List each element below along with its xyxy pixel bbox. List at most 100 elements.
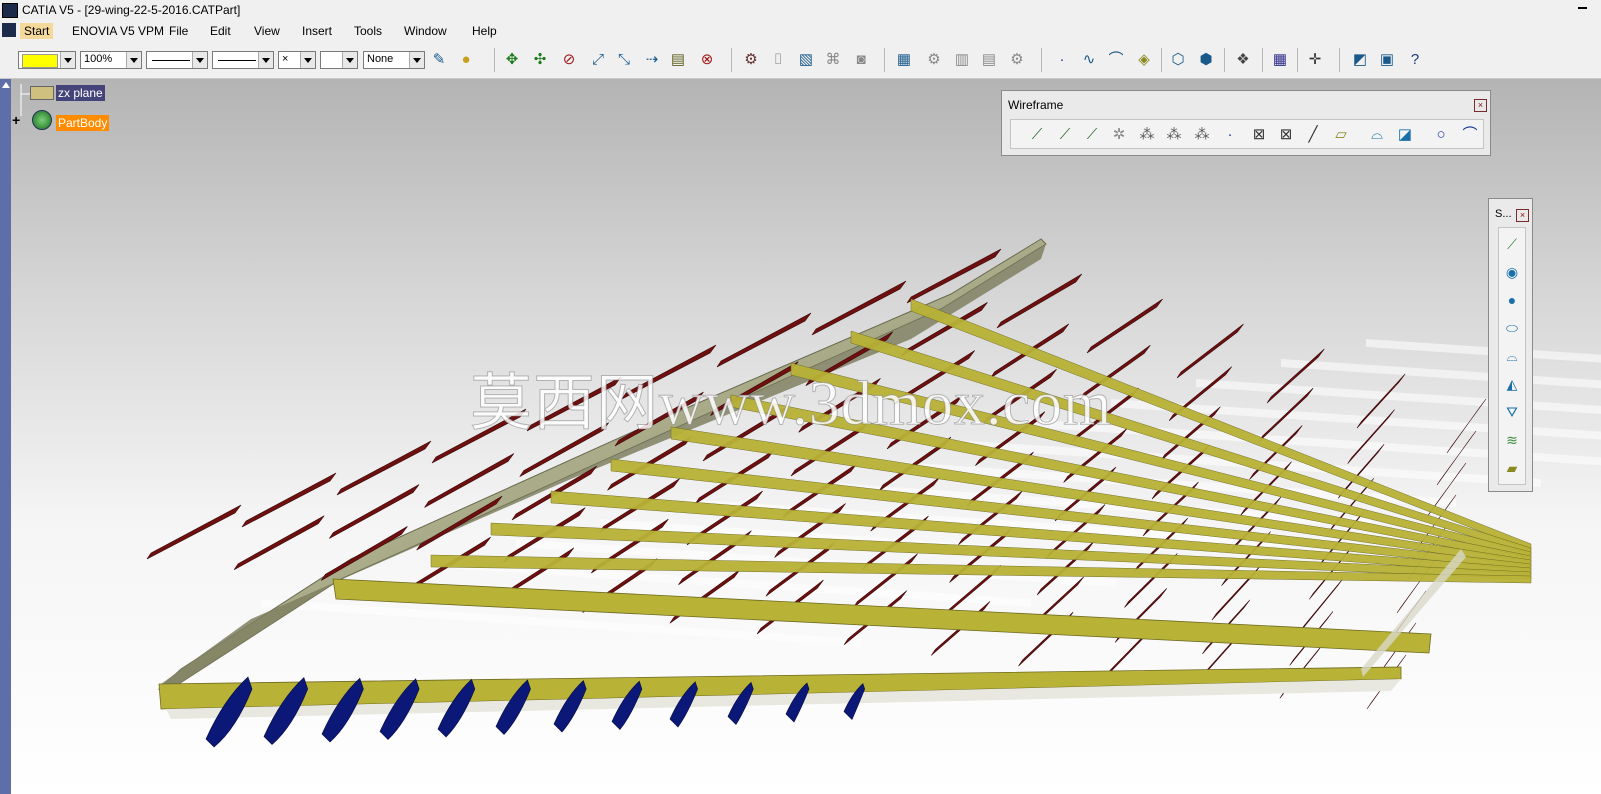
circle-icon[interactable]: ○ [1431,125,1451,145]
apply-material-icon[interactable]: ● [456,50,476,70]
left-scrollbar[interactable] [0,79,11,794]
color-combo[interactable] [18,51,76,69]
sphere-icon[interactable]: ● [1502,290,1522,310]
normal-view-icon[interactable]: ⇢ [642,50,662,70]
sweep-icon[interactable]: ◭ [1502,374,1522,394]
zoom-in-icon[interactable]: ⤢ [588,50,608,70]
3d-viewport[interactable]: zx plane + PartBody 莫西网www.3dmox.com [11,79,1601,794]
plane-icon[interactable]: ▱ [1331,125,1351,145]
swap-visible-icon[interactable]: ⊗ [697,50,717,70]
menu-help[interactable]: Help [472,24,497,38]
catalog-icon[interactable]: ◩ [1350,50,1370,70]
chevron-down-icon[interactable] [126,52,141,68]
render-style-combo[interactable] [320,51,358,69]
point-icon[interactable]: · [1052,50,1072,70]
multi-section-icon[interactable]: ≋ [1502,430,1522,450]
rotate-icon[interactable]: ✣ [530,50,550,70]
grid-icon[interactable]: ▦ [1270,50,1290,70]
points-and-planes-icon[interactable]: ⟋ [1055,125,1075,145]
menu-start[interactable]: Start [20,23,54,39]
projection-icon[interactable]: ⊠ [1249,125,1269,145]
polar-extremum-icon[interactable]: ✲ [1109,125,1129,145]
measure-item-icon[interactable]: ▧ [796,50,816,70]
intersection-icon[interactable]: ⊠ [1276,125,1296,145]
part-body-icon[interactable] [32,110,52,130]
cylinder-icon[interactable]: ⬭ [1502,318,1522,338]
menu-edit[interactable]: Edit [210,24,231,38]
tree-icon[interactable]: ▣ [1377,50,1397,70]
point-symbol-value: × [282,53,289,65]
dot-icon[interactable]: · [1220,125,1240,145]
apply-icon[interactable]: ❖ [1233,50,1253,70]
menu-enovia[interactable]: ENOVIA V5 VPM [72,24,164,38]
extremum-icon[interactable]: ⟋ [1082,125,1102,145]
extrude-icon[interactable]: ⟋ [1502,234,1522,254]
surface-icon[interactable]: ⌒ [1106,50,1126,70]
analysis-icon[interactable]: ◙ [851,50,871,70]
compass-icon[interactable]: ✛ [1305,50,1325,70]
chevron-down-icon[interactable] [409,52,424,68]
plane-icon[interactable] [30,86,54,100]
join-icon[interactable]: ⬡ [1168,50,1188,70]
menu-view[interactable]: View [254,24,280,38]
close-icon[interactable]: × [1474,99,1487,112]
snap-icon[interactable]: ⚙ [741,50,761,70]
grid-pattern-3-icon[interactable]: ⁂ [1192,125,1212,145]
zoom-out-icon[interactable]: ⤡ [614,50,634,70]
chevron-down-icon[interactable] [342,52,357,68]
painter-icon[interactable]: ✎ [429,50,449,70]
grid-pattern-icon[interactable]: ⁂ [1137,125,1157,145]
line-icon[interactable]: ╱ [1303,125,1323,145]
whats-this-icon[interactable]: ? [1405,50,1425,70]
tree-node-partbody[interactable]: PartBody [56,115,110,131]
point-icon[interactable]: ⟋ [1027,125,1047,145]
transparency-combo[interactable]: 100% [80,51,142,69]
offset-icon[interactable]: ⌓ [1367,125,1387,145]
menu-file[interactable]: File [169,24,188,38]
boundary-icon[interactable]: ◪ [1395,125,1415,145]
law-icon[interactable]: ▥ [952,50,972,70]
fill-icon[interactable]: ⛛ [1502,402,1522,422]
measure-inertia-icon[interactable]: ⌘ [823,50,843,70]
healing-icon[interactable]: ⬢ [1196,50,1216,70]
surfaces-toolbar: S... × ⟋ ◉ ● ⬭ ⌓ ◭ ⛛ ≋ ▰ [1488,198,1533,492]
revolve-icon[interactable]: ◉ [1502,262,1522,282]
scroll-up-arrow-icon[interactable] [2,82,10,88]
document-icon[interactable] [2,23,16,37]
toolbar-separator [1224,48,1225,72]
spline-icon[interactable]: ∿ [1079,50,1099,70]
tree-node-zx-plane[interactable]: zx plane [56,85,105,101]
fly-icon[interactable]: ⊘ [559,50,579,70]
minimize-button[interactable] [1578,7,1587,9]
rib-panel [996,273,1083,329]
chevron-down-icon[interactable] [60,52,75,68]
formula-icon[interactable]: ⚙ [924,50,944,70]
measure-icon[interactable]: ⌷ [768,50,788,70]
design-table-icon[interactable]: ▤ [979,50,999,70]
linetype-combo[interactable] [146,51,208,69]
part-design-icon[interactable]: ⚙ [1007,50,1027,70]
expand-plus-icon[interactable]: + [12,112,20,128]
blend-icon[interactable]: ▰ [1502,458,1522,478]
offset-surface-icon[interactable]: ⌓ [1502,346,1522,366]
knowledge-icon[interactable]: ▦ [894,50,914,70]
pan-icon[interactable]: ✥ [502,50,522,70]
chevron-down-icon[interactable] [300,52,315,68]
grid-pattern-2-icon[interactable]: ⁂ [1164,125,1184,145]
point-symbol-combo[interactable]: × [278,51,316,69]
menu-tools[interactable]: Tools [354,24,382,38]
wireframe-toolbar-title: Wireframe [1008,98,1064,112]
corner-icon[interactable]: ⌒ [1460,125,1480,145]
thickness-combo[interactable] [212,51,274,69]
chevron-down-icon[interactable] [258,52,273,68]
menu-window[interactable]: Window [404,24,447,38]
watermark-text: 莫西网www.3dmox.com [469,370,1113,439]
close-icon[interactable]: × [1516,209,1529,222]
layer-combo[interactable]: None [363,51,425,69]
chevron-down-icon[interactable] [192,52,207,68]
extract-icon[interactable]: ◈ [1134,50,1154,70]
hide-show-icon[interactable]: ▤ [668,50,688,70]
catia-app-icon[interactable] [2,3,18,18]
layer-value: None [367,53,394,65]
menu-insert[interactable]: Insert [302,24,332,38]
